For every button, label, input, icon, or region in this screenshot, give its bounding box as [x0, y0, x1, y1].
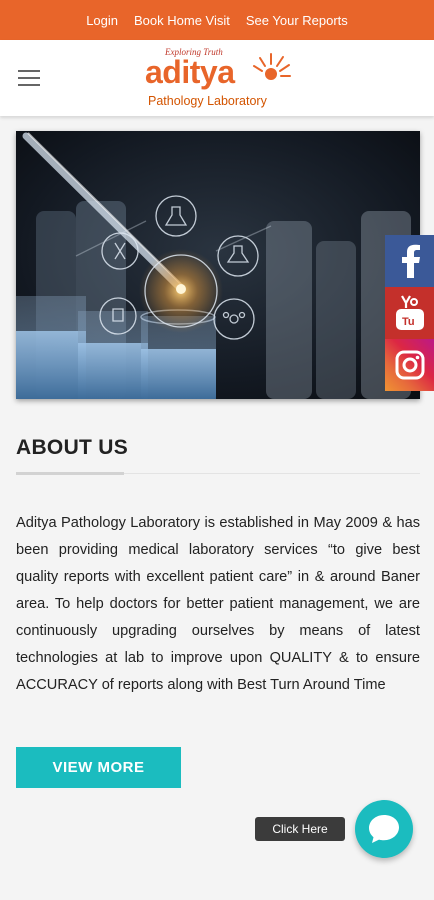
instagram-button[interactable] [385, 339, 434, 391]
hero-lab-image [16, 131, 420, 399]
svg-text:Tu: Tu [402, 316, 415, 328]
chat-tooltip[interactable]: Click Here [255, 817, 345, 841]
youtube-button[interactable]: Tu [385, 287, 434, 339]
login-link[interactable]: Login [86, 13, 118, 28]
chat-bubble-icon [369, 815, 399, 843]
sun-icon [253, 53, 291, 80]
site-logo[interactable]: Exploring Truth aditya Pathology Laborat… [143, 44, 293, 112]
top-nav-bar: Login Book Home Visit See Your Reports [0, 0, 434, 40]
youtube-icon: Tu [395, 295, 424, 330]
instagram-icon [395, 350, 424, 380]
site-header: Exploring Truth aditya Pathology Laborat… [0, 40, 434, 116]
logo-subtitle: Pathology Laboratory [148, 94, 267, 108]
book-home-visit-link[interactable]: Book Home Visit [134, 13, 230, 28]
view-more-button[interactable]: VIEW MORE [16, 747, 181, 788]
logo-name: aditya [145, 54, 235, 90]
facebook-icon [401, 244, 420, 278]
about-us-heading: ABOUT US [16, 436, 129, 459]
chat-button[interactable] [355, 800, 413, 858]
facebook-button[interactable] [385, 235, 434, 287]
heading-underline [16, 472, 124, 475]
see-your-reports-link[interactable]: See Your Reports [246, 13, 348, 28]
hamburger-menu-icon[interactable] [18, 70, 40, 86]
about-us-description: Aditya Pathology Laboratory is establish… [16, 515, 420, 693]
